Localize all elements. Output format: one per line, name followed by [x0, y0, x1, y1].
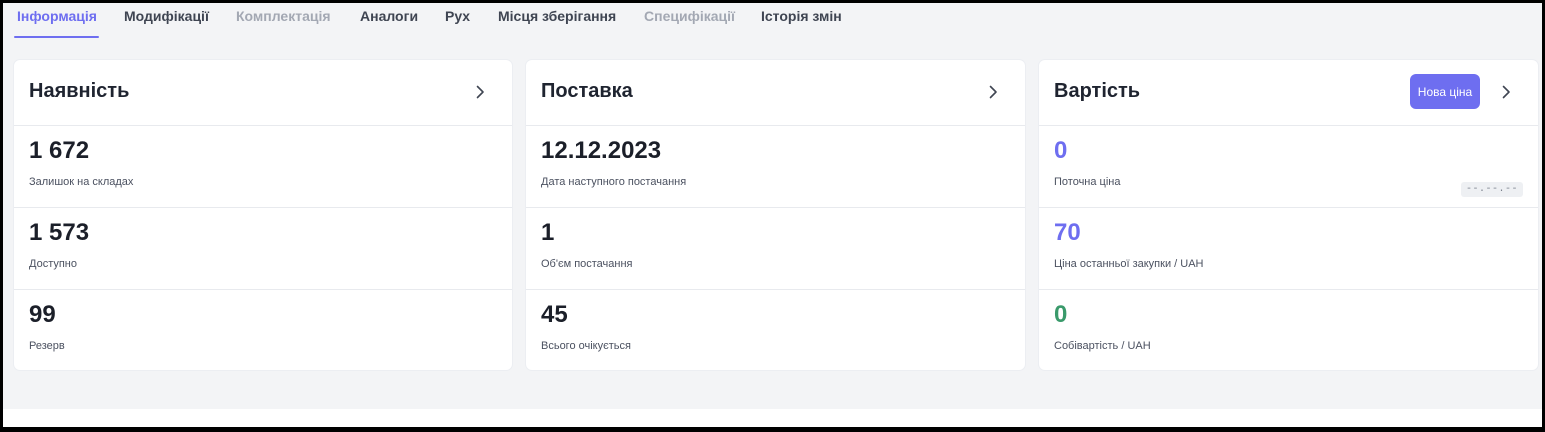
- chevron-right-icon[interactable]: [1496, 82, 1516, 102]
- product-info-page: Інформація Модифікації Комплектація Анал…: [3, 3, 1542, 409]
- tab-movement[interactable]: Рух: [445, 8, 470, 24]
- price-date-badge: --.--.--: [1460, 182, 1523, 197]
- current-price-row: 0 Поточна ціна --.--.--: [1039, 125, 1538, 208]
- active-tab-indicator: [14, 36, 99, 38]
- card-title: Наявність: [29, 80, 130, 102]
- total-expected-row: 45 Всього очікується: [526, 289, 1025, 372]
- tab-storage-locations[interactable]: Місця зберігання: [498, 8, 616, 24]
- current-price-label: Поточна ціна: [1054, 176, 1121, 188]
- cost-card-header: Вартість Нова ціна: [1039, 60, 1538, 125]
- supply-volume-row: 1 Об'єм постачання: [526, 207, 1025, 290]
- card-title: Вартість: [1054, 80, 1141, 102]
- tab-modifications[interactable]: Модифікації: [124, 8, 209, 24]
- current-price-value: 0: [1054, 137, 1068, 164]
- total-expected-label: Всього очікується: [541, 340, 631, 352]
- supply-volume-value: 1: [541, 219, 555, 246]
- reserve-label: Резерв: [29, 340, 65, 352]
- total-expected-value: 45: [541, 301, 568, 328]
- tab-specifications[interactable]: Специфікації: [644, 8, 735, 24]
- last-purchase-price-row: 70 Ціна останньої закупки / UAH: [1039, 207, 1538, 290]
- new-price-button[interactable]: Нова ціна: [1410, 74, 1480, 109]
- cost-card: Вартість Нова ціна 0 Поточна ціна --.--.…: [1039, 60, 1538, 370]
- next-supply-date-label: Дата наступного постачання: [541, 176, 687, 188]
- supply-card-header: Поставка: [526, 60, 1025, 125]
- prime-cost-label: Собівартість / UAH: [1054, 340, 1151, 352]
- tab-information[interactable]: Інформація: [17, 8, 97, 24]
- chevron-right-icon[interactable]: [470, 82, 490, 102]
- next-supply-date-value: 12.12.2023: [541, 137, 662, 164]
- availability-card-header: Наявність: [14, 60, 512, 125]
- stock-label: Залишок на складах: [29, 176, 134, 188]
- available-row: 1 573 Доступно: [14, 207, 512, 290]
- chevron-right-icon[interactable]: [983, 82, 1003, 102]
- reserve-value: 99: [29, 301, 56, 328]
- stock-value: 1 672: [29, 137, 90, 164]
- prime-cost-row: 0 Собівартість / UAH: [1039, 289, 1538, 372]
- last-purchase-price-value: 70: [1054, 219, 1081, 246]
- available-value: 1 573: [29, 219, 90, 246]
- app-frame: Інформація Модифікації Комплектація Анал…: [3, 3, 1542, 427]
- prime-cost-value: 0: [1054, 301, 1068, 328]
- supply-card: Поставка 12.12.2023 Дата наступного пост…: [526, 60, 1025, 370]
- next-supply-date-row: 12.12.2023 Дата наступного постачання: [526, 125, 1025, 208]
- card-title: Поставка: [541, 80, 633, 102]
- stock-row: 1 672 Залишок на складах: [14, 125, 512, 208]
- supply-volume-label: Об'єм постачання: [541, 258, 633, 270]
- tab-analogs[interactable]: Аналоги: [360, 8, 418, 24]
- available-label: Доступно: [29, 258, 78, 270]
- tab-change-history[interactable]: Історія змін: [761, 8, 842, 24]
- last-purchase-price-label: Ціна останньої закупки / UAH: [1054, 258, 1204, 270]
- availability-card: Наявність 1 672 Залишок на складах 1 573…: [14, 60, 512, 370]
- tab-kit[interactable]: Комплектація: [236, 8, 331, 24]
- reserve-row: 99 Резерв: [14, 289, 512, 372]
- tab-bar: Інформація Модифікації Комплектація Анал…: [3, 3, 1542, 39]
